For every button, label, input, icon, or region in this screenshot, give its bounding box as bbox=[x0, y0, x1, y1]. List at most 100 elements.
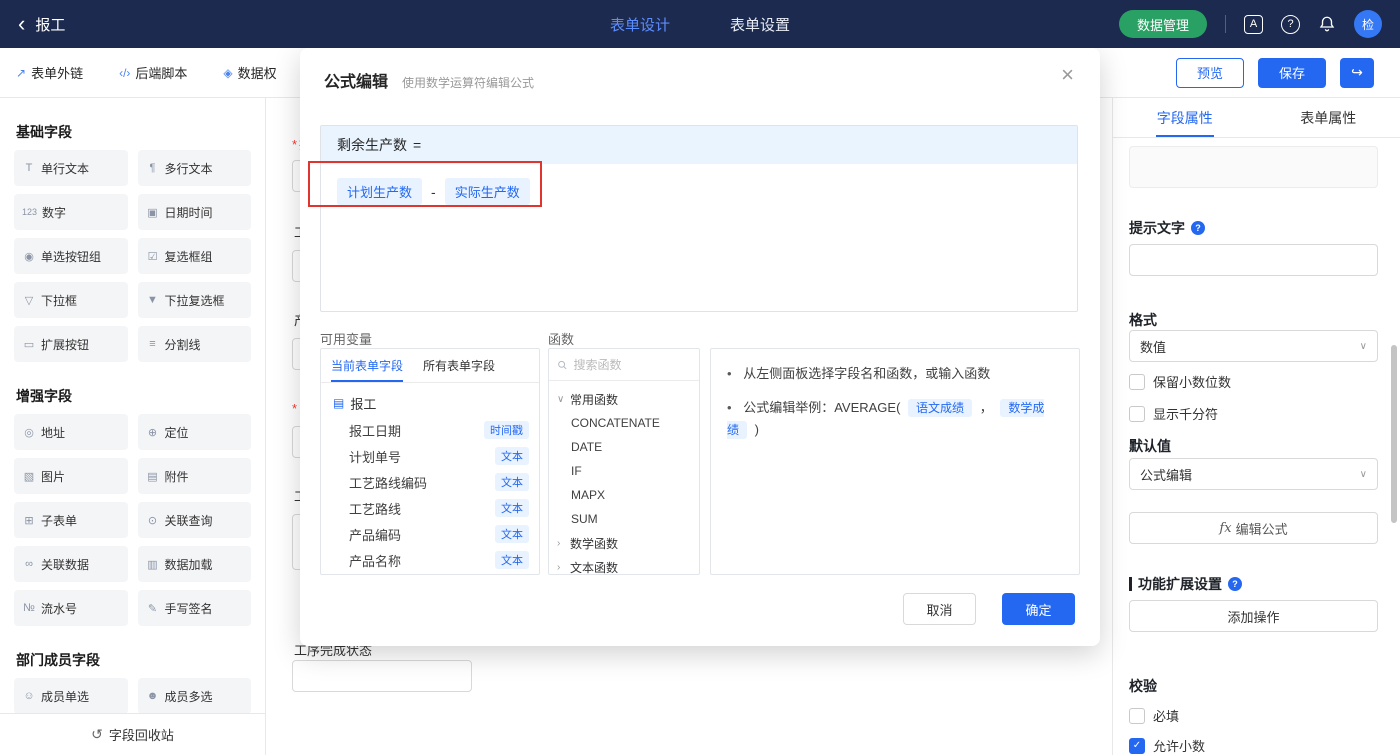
field-item-signature[interactable]: ✎ 手写签名 bbox=[137, 590, 251, 626]
group-common-functions[interactable]: ∨ 常用函数 bbox=[549, 387, 699, 411]
tab-field-properties[interactable]: 字段属性 bbox=[1113, 98, 1257, 137]
field-item-serial-number[interactable]: № 流水号 bbox=[14, 590, 128, 626]
field-item-select[interactable]: ▽ 下拉框 bbox=[14, 282, 128, 318]
tab-current-form-fields[interactable]: 当前表单字段 bbox=[321, 349, 413, 382]
field-item-linked-query[interactable]: ⊙ 关联查询 bbox=[137, 502, 251, 538]
section-title-enhanced: 增强字段 bbox=[16, 388, 72, 404]
close-icon[interactable]: × bbox=[1061, 64, 1074, 86]
field-item-label: 流水号 bbox=[41, 601, 78, 616]
edit-formula-button[interactable]: fx 编辑公式 bbox=[1129, 512, 1378, 544]
field-item-extend-button[interactable]: ▭ 扩展按钮 bbox=[14, 326, 128, 362]
default-value: 公式编辑 bbox=[1140, 467, 1193, 483]
field-item-datetime[interactable]: ▣ 日期时间 bbox=[137, 194, 251, 230]
form-node[interactable]: ▤ 报工 bbox=[321, 389, 539, 417]
field-item-subform[interactable]: ⊞ 子表单 bbox=[14, 502, 128, 538]
variable-name: 工艺路线编码 bbox=[349, 475, 428, 491]
group-math-functions[interactable]: › 数学函数 bbox=[549, 531, 699, 555]
text-icon: T bbox=[25, 162, 33, 174]
question-icon[interactable]: ? bbox=[1191, 221, 1205, 235]
toolbar-left: ↗ 表单外链 ‹/› 后端脚本 ◈ 数据权 bbox=[0, 63, 277, 82]
function-item-mapx[interactable]: MAPX bbox=[549, 483, 699, 507]
field-item-divider[interactable]: ≡ 分割线 bbox=[137, 326, 251, 362]
toolbar-item-backend-script[interactable]: ‹/› 后端脚本 bbox=[119, 63, 187, 82]
variable-row-product-name[interactable]: 产品名称 文本 bbox=[321, 547, 539, 573]
tab-all-form-fields[interactable]: 所有表单字段 bbox=[413, 349, 505, 382]
field-item-radio-group[interactable]: ◉ 单选按钮组 bbox=[14, 238, 128, 274]
default-value-select[interactable]: 公式编辑 ∨ bbox=[1129, 458, 1378, 490]
variable-row-product-code[interactable]: 产品编码 文本 bbox=[321, 521, 539, 547]
member-icon: ☺ bbox=[23, 690, 35, 702]
variable-row-route-code[interactable]: 工艺路线编码 文本 bbox=[321, 469, 539, 495]
keep-decimal-checkbox[interactable]: 保留小数位数 bbox=[1129, 372, 1231, 391]
field-item-address[interactable]: ◎ 地址 bbox=[14, 414, 128, 450]
variable-row-plan-no[interactable]: 计划单号 文本 bbox=[321, 443, 539, 469]
field-chip-planned-qty[interactable]: 计划生产数 bbox=[337, 178, 423, 205]
type-badge: 文本 bbox=[495, 499, 529, 517]
field-item-multi-select[interactable]: ▼ 下拉复选框 bbox=[137, 282, 251, 318]
save-button[interactable]: 保存 bbox=[1258, 57, 1326, 88]
toolbar-item-external-link[interactable]: ↗ 表单外链 bbox=[16, 63, 83, 82]
function-search[interactable] bbox=[549, 349, 699, 381]
format-select[interactable]: 数值 ∨ bbox=[1129, 330, 1378, 362]
field-item-number[interactable]: 123 数字 bbox=[14, 194, 128, 230]
group-text-functions[interactable]: › 文本函数 bbox=[549, 555, 699, 575]
example-prefix: 公式编辑举例：AVERAGE( bbox=[743, 400, 901, 415]
field-item-image[interactable]: ▧ 图片 bbox=[14, 458, 128, 494]
formula-editor[interactable]: 剩余生产数 = 计划生产数 - 实际生产数 bbox=[320, 125, 1078, 312]
field-item-linked-data[interactable]: ∞ 关联数据 bbox=[14, 546, 128, 582]
chevron-right-icon: › bbox=[557, 537, 561, 549]
field-item-attachment[interactable]: ▤ 附件 bbox=[137, 458, 251, 494]
field-item-label: 单选按钮组 bbox=[41, 249, 102, 264]
canvas-field-input[interactable] bbox=[292, 660, 472, 692]
nav-form-design[interactable]: 表单设计 bbox=[610, 14, 670, 35]
toolbar-item-data-permission[interactable]: ◈ 数据权 bbox=[223, 63, 276, 82]
variable-row-report-date[interactable]: 报工日期 时间戳 bbox=[321, 417, 539, 443]
serial-icon: № bbox=[23, 602, 35, 614]
attachment-icon: ▤ bbox=[147, 470, 158, 483]
cancel-button[interactable]: 取消 bbox=[903, 593, 976, 625]
field-item-checkbox-group[interactable]: ☑ 复选框组 bbox=[137, 238, 251, 274]
field-item-label: 手写签名 bbox=[164, 601, 213, 616]
multi-dropdown-icon: ▼ bbox=[147, 294, 158, 306]
required-checkbox[interactable]: 必填 bbox=[1129, 706, 1179, 725]
field-description-box[interactable] bbox=[1129, 146, 1378, 188]
variable-name: 产品编码 bbox=[349, 527, 402, 543]
field-recycle-bin[interactable]: ↺ 字段回收站 bbox=[0, 713, 265, 755]
hint-text-input[interactable] bbox=[1129, 244, 1378, 276]
section-title-members: 部门成员字段 bbox=[16, 652, 100, 668]
field-chip-actual-qty[interactable]: 实际生产数 bbox=[444, 178, 530, 205]
question-icon[interactable]: ? bbox=[1228, 577, 1242, 591]
nav-form-settings[interactable]: 表单设置 bbox=[730, 14, 790, 35]
tab-form-properties[interactable]: 表单属性 bbox=[1257, 98, 1400, 137]
field-palette-sidebar: 基础字段 T 单行文本 ¶ 多行文本 123 数字 ▣ 日期时间 ◉ 单选按钮组 ☑ 复选框… bbox=[0, 98, 266, 755]
type-badge: 文本 bbox=[495, 525, 529, 543]
document-icon: ▤ bbox=[333, 396, 345, 410]
allow-decimal-checkbox[interactable]: ✓ 允许小数 bbox=[1129, 736, 1205, 755]
field-item-single-line-text[interactable]: T 单行文本 bbox=[14, 150, 128, 186]
confirm-button[interactable]: 确定 bbox=[1002, 593, 1075, 625]
required-star: * bbox=[292, 137, 298, 152]
field-item-location[interactable]: ⊕ 定位 bbox=[137, 414, 251, 450]
thousand-separator-checkbox[interactable]: 显示千分符 bbox=[1129, 404, 1218, 423]
field-item-label: 复选框组 bbox=[164, 249, 213, 264]
field-item-member-single[interactable]: ☺ 成员单选 bbox=[14, 678, 128, 714]
function-item-sum[interactable]: SUM bbox=[549, 507, 699, 531]
share-button[interactable]: ↪ bbox=[1340, 57, 1374, 88]
function-item-concatenate[interactable]: CONCATENATE bbox=[549, 411, 699, 435]
field-item-data-load[interactable]: ▥ 数据加载 bbox=[137, 546, 251, 582]
function-item-date[interactable]: DATE bbox=[549, 435, 699, 459]
function-item-if[interactable]: IF bbox=[549, 459, 699, 483]
number-icon: 123 bbox=[22, 207, 38, 217]
formula-edit-modal: 公式编辑 使用数学运算符编辑公式 × 剩余生产数 = 计划生产数 - 实际生产数… bbox=[300, 48, 1100, 646]
field-item-multi-line-text[interactable]: ¶ 多行文本 bbox=[137, 150, 251, 186]
add-action-button[interactable]: 添加操作 bbox=[1129, 600, 1378, 632]
field-item-member-multi[interactable]: ☻ 成员多选 bbox=[137, 678, 251, 714]
button-icon: ▭ bbox=[23, 338, 35, 351]
function-search-input[interactable] bbox=[573, 357, 691, 372]
preview-button[interactable]: 预览 bbox=[1176, 57, 1244, 88]
divider-icon: ≡ bbox=[149, 338, 156, 350]
variable-row-route[interactable]: 工艺路线 文本 bbox=[321, 495, 539, 521]
group-label: 数学函数 bbox=[570, 536, 619, 551]
field-item-label: 单行文本 bbox=[41, 161, 90, 176]
scrollbar[interactable] bbox=[1391, 345, 1397, 523]
